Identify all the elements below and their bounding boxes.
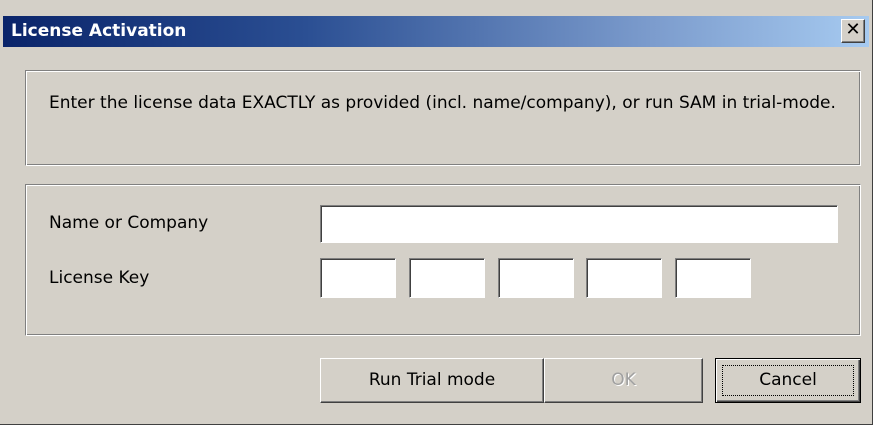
license-key-input-1[interactable] — [320, 258, 396, 298]
run-trial-mode-button[interactable]: Run Trial mode — [320, 358, 544, 403]
close-icon: ✕ — [845, 19, 861, 40]
ok-button[interactable]: OK — [544, 358, 703, 403]
close-button[interactable]: ✕ — [841, 19, 865, 43]
license-key-input-2[interactable] — [409, 258, 485, 298]
cancel-button[interactable]: Cancel — [715, 358, 861, 403]
instruction-text: Enter the license data EXACTLY as provid… — [49, 93, 836, 113]
name-or-company-input[interactable] — [320, 205, 838, 243]
license-form-group: Name or Company License Key — [25, 184, 861, 336]
license-key-label: License Key — [49, 268, 150, 288]
license-activation-dialog: License Activation ✕ Enter the license d… — [0, 0, 873, 425]
instructions-group: Enter the license data EXACTLY as provid… — [25, 70, 861, 166]
window-title: License Activation — [11, 21, 187, 41]
license-key-input-4[interactable] — [586, 258, 662, 298]
name-label: Name or Company — [49, 213, 209, 233]
title-bar[interactable]: License Activation — [3, 16, 869, 47]
license-key-input-5[interactable] — [675, 258, 751, 298]
cancel-button-label: Cancel — [759, 370, 817, 390]
license-key-input-3[interactable] — [498, 258, 574, 298]
